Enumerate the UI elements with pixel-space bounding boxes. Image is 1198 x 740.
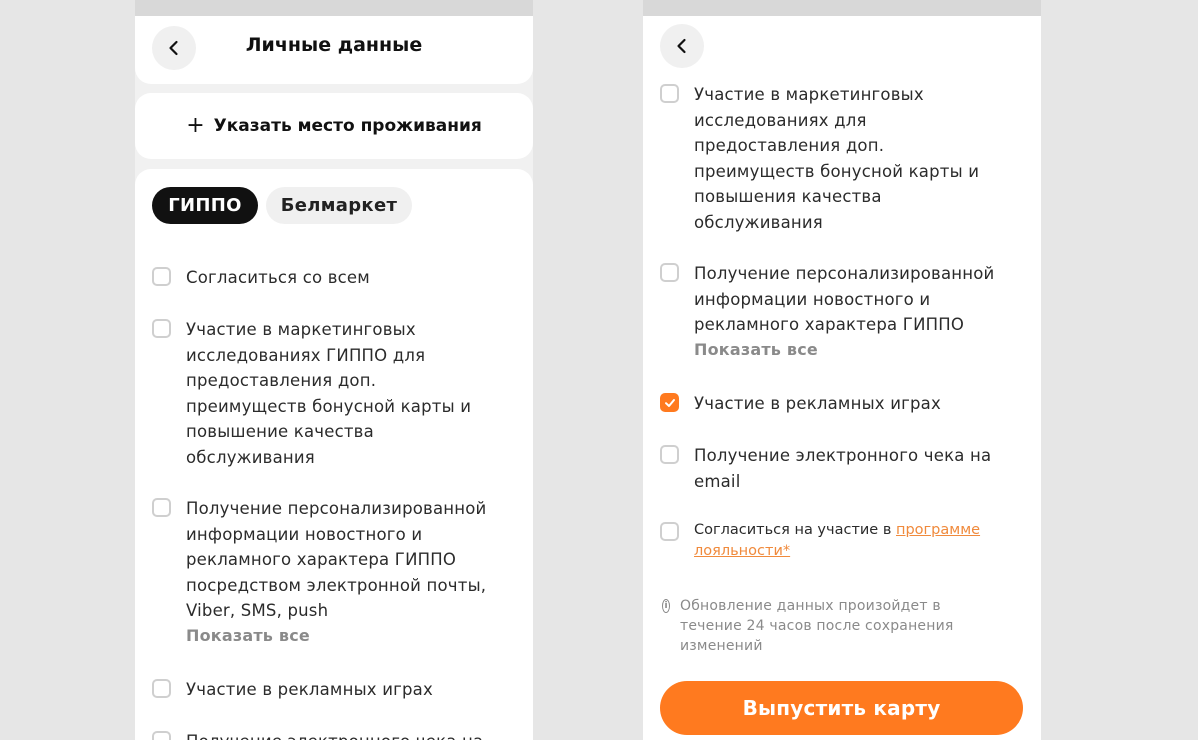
consent-label: Участие в маркетинговых исследованиях дл…: [694, 85, 980, 232]
consent-row-loyalty-program[interactable]: Согласиться на участие в программе лояль…: [660, 520, 1000, 562]
consent-row-marketing-research[interactable]: Участие в маркетинговых исследованиях дл…: [660, 82, 990, 236]
consent-label: Согласиться со всем: [186, 268, 370, 287]
tab-gippo[interactable]: ГИППО: [152, 187, 258, 224]
show-all-link[interactable]: Показать все: [694, 338, 1035, 362]
consent-content: Получение персонализированной информации…: [694, 261, 1035, 362]
tab-belmarket[interactable]: Белмаркет: [266, 187, 412, 224]
consent-label: Получение персонализированной информации…: [694, 264, 995, 335]
checkbox[interactable]: [152, 679, 171, 698]
checkmark-icon: [664, 398, 675, 407]
consent-row-e-receipt[interactable]: Получение электронного чека на email: [660, 443, 1010, 494]
phone-right-screen: Участие в маркетинговых исследованиях дл…: [643, 0, 1041, 740]
consent-row-ad-games[interactable]: Участие в рекламных играх: [152, 677, 512, 703]
checkbox[interactable]: [152, 498, 171, 517]
checkbox-checked[interactable]: [660, 393, 679, 412]
info-icon: i: [662, 599, 670, 613]
consent-row-personalized-info[interactable]: Получение персонализированной информации…: [660, 261, 1035, 362]
consent-label: Получение электронного чека на: [186, 729, 483, 740]
consents-scroll-panel: Участие в маркетинговых исследованиях дл…: [643, 16, 1041, 740]
consent-content: Получение персонализированной информации…: [186, 496, 522, 648]
consent-row-marketing-research[interactable]: Участие в маркетинговых исследованиях ГИ…: [152, 317, 482, 471]
consent-row-agree-all[interactable]: Согласиться со всем: [152, 265, 512, 291]
consent-row-personalized-info[interactable]: Получение персонализированной информации…: [152, 496, 522, 648]
status-bar: [643, 0, 1041, 16]
chevron-left-icon: [677, 38, 686, 54]
screenshot-stage: Личные данные + Указать место проживания…: [0, 0, 1198, 740]
checkbox[interactable]: [660, 263, 679, 282]
phone-left-screen: Личные данные + Указать место проживания…: [135, 0, 533, 740]
header: Личные данные: [135, 16, 533, 84]
checkbox[interactable]: [152, 319, 171, 338]
page-title: Личные данные: [245, 34, 423, 56]
loyalty-text: Согласиться на участие в: [694, 522, 896, 538]
consents-card: ГИППО Белмаркет Согласиться со всем Учас…: [135, 169, 533, 740]
info-text: Обновление данных произойдет в течение 2…: [679, 598, 954, 654]
add-address-button[interactable]: + Указать место проживания: [135, 93, 533, 159]
consent-label: Участие в рекламных играх: [186, 680, 433, 699]
issue-card-button[interactable]: Выпустить карту: [660, 681, 1023, 735]
consent-label: Согласиться на участие в программе лояль…: [694, 520, 1000, 562]
consent-row-e-receipt[interactable]: Получение электронного чека на: [152, 729, 512, 740]
back-button[interactable]: [660, 24, 704, 68]
show-all-link[interactable]: Показать все: [186, 624, 522, 648]
status-bar: [135, 0, 533, 16]
consent-label: Получение электронного чека на email: [694, 446, 992, 491]
consent-row-ad-games[interactable]: Участие в рекламных играх: [660, 391, 1020, 417]
checkbox[interactable]: [660, 84, 679, 103]
checkbox[interactable]: [152, 267, 171, 286]
checkbox[interactable]: [660, 445, 679, 464]
info-note: i Обновление данных произойдет в течение…: [662, 596, 992, 656]
add-address-label: Указать место проживания: [213, 116, 482, 136]
checkbox[interactable]: [152, 731, 171, 740]
consent-label: Участие в рекламных играх: [694, 394, 941, 413]
consent-label: Участие в маркетинговых исследованиях ГИ…: [186, 320, 472, 467]
checkbox[interactable]: [660, 522, 679, 541]
plus-icon: +: [186, 113, 205, 138]
consent-label: Получение персонализированной информации…: [186, 499, 487, 621]
